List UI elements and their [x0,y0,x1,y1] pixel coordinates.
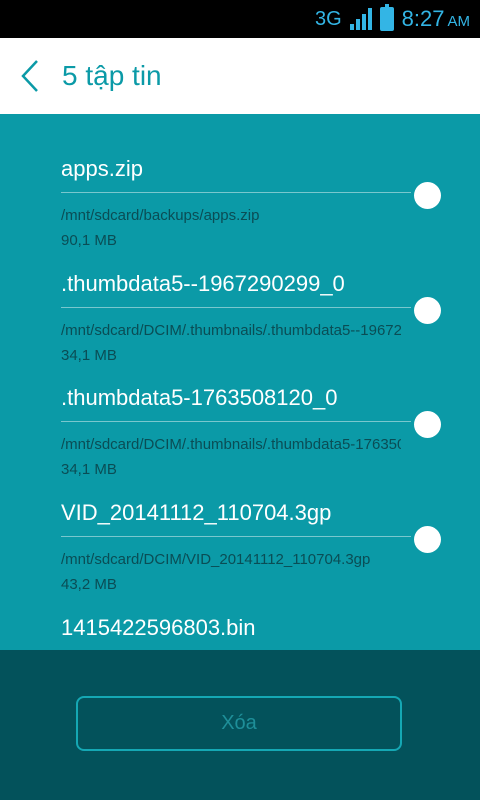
divider [61,536,411,537]
select-toggle[interactable] [414,297,441,324]
chevron-left-icon [21,60,38,92]
file-name: .thumbdata5--1967290299_0 [61,271,345,296]
file-size: 34,1 MB [61,461,117,478]
file-path: /mnt/sdcard/DCIM/VID_20141112_110704.3gp [61,551,371,568]
file-size: 43,2 MB [61,576,117,593]
file-path: /mnt/sdcard/DCIM/.thumbnails/.thumbdata5… [61,436,401,453]
divider [61,307,411,308]
file-size: 90,1 MB [61,232,117,249]
clock: 8:27 AM [402,6,470,32]
file-path: /mnt/sdcard/DCIM/.thumbnails/.thumbdata5… [61,322,401,339]
select-toggle[interactable] [414,411,441,438]
divider [61,421,411,422]
back-button[interactable] [0,38,60,114]
select-toggle[interactable] [414,182,441,209]
file-size: 34,1 MB [61,347,117,364]
select-toggle[interactable] [414,526,441,553]
file-name: .thumbdata5-1763508120_0 [61,385,338,410]
network-type: 3G [314,7,342,30]
page-title: 5 tập tin [62,60,162,91]
status-bar: 3G 8:27 AM [0,0,480,38]
divider [61,192,411,193]
file-path: /mnt/sdcard/backups/apps.zip [61,207,260,224]
signal-icon [349,8,372,30]
app-header: 5 tập tin [0,38,480,114]
file-name: 1415422596803.bin [61,615,256,640]
battery-icon [379,4,394,31]
clock-ampm: AM [447,13,471,30]
delete-button[interactable]: Xóa [76,696,402,751]
action-panel: Xóa [0,650,480,800]
clock-time: 8:27 [401,6,445,31]
file-list[interactable]: apps.zip /mnt/sdcard/backups/apps.zip 90… [0,114,480,650]
file-name: VID_20141112_110704.3gp [61,500,332,525]
file-name: apps.zip [61,156,143,181]
